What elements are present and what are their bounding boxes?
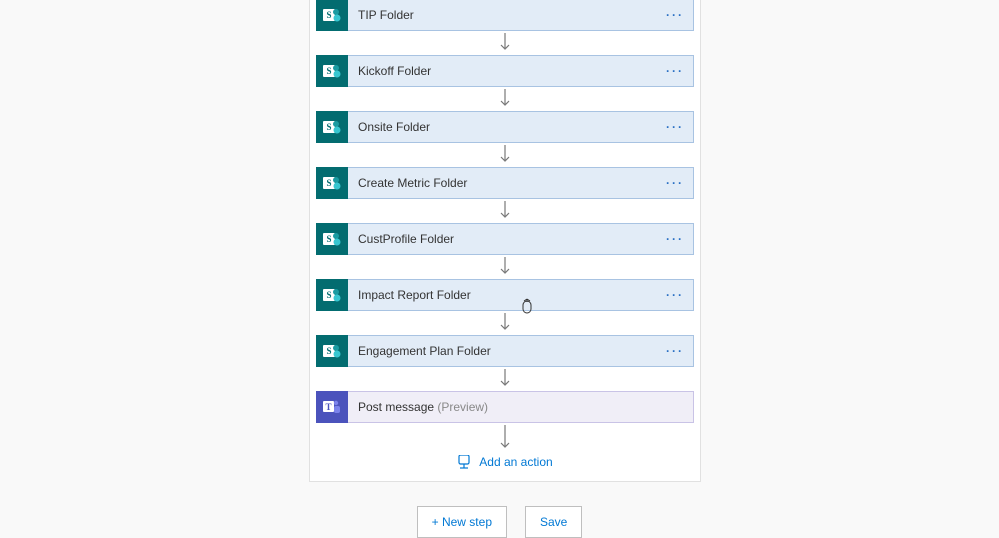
flow-step[interactable]: S CustProfile Folder ··· [316, 223, 694, 255]
new-step-button[interactable]: + New step [417, 506, 507, 538]
flow-arrow [316, 257, 694, 277]
sharepoint-icon: S [316, 111, 348, 143]
sharepoint-icon: S [316, 335, 348, 367]
flow-step-label: CustProfile Folder [348, 232, 657, 246]
flow-step[interactable]: S Impact Report Folder ··· [316, 279, 694, 311]
flow-step-label: TIP Folder [348, 8, 657, 22]
step-menu-button[interactable]: ··· [657, 55, 693, 87]
svg-text:T: T [325, 402, 331, 412]
svg-text:S: S [326, 234, 331, 244]
add-action-label: Add an action [479, 455, 552, 469]
flow-step-label: Kickoff Folder [348, 64, 657, 78]
flow-step[interactable]: S Onsite Folder ··· [316, 111, 694, 143]
flow-step[interactable]: S Kickoff Folder ··· [316, 55, 694, 87]
sharepoint-icon: S [316, 279, 348, 311]
flow-step[interactable]: T Post message (Preview) [316, 391, 694, 423]
flow-arrow [316, 369, 694, 389]
flow-step[interactable]: S Create Metric Folder ··· [316, 167, 694, 199]
add-action-button[interactable]: Add an action [316, 455, 694, 469]
flow-step-label: Post message (Preview) [348, 400, 693, 414]
flow-arrow [316, 201, 694, 221]
svg-text:S: S [326, 290, 331, 300]
teams-icon: T [316, 391, 348, 423]
flow-step-label: Impact Report Folder [348, 288, 657, 302]
sharepoint-icon: S [316, 55, 348, 87]
svg-text:S: S [326, 178, 331, 188]
step-menu-button[interactable]: ··· [657, 279, 693, 311]
svg-text:S: S [326, 346, 331, 356]
add-action-icon [457, 455, 471, 469]
flow-arrow [316, 89, 694, 109]
flow-arrow [316, 313, 694, 333]
flow-step[interactable]: S TIP Folder ··· [316, 0, 694, 31]
step-menu-button[interactable]: ··· [657, 167, 693, 199]
save-button[interactable]: Save [525, 506, 582, 538]
flow-step-label: Create Metric Folder [348, 176, 657, 190]
flow-arrow [316, 145, 694, 165]
footer-buttons: + New step Save [0, 506, 999, 538]
step-menu-button[interactable]: ··· [657, 0, 693, 31]
flow-step-label: Engagement Plan Folder [348, 344, 657, 358]
flow-step-label: Onsite Folder [348, 120, 657, 134]
step-menu-button[interactable]: ··· [657, 335, 693, 367]
svg-text:S: S [326, 66, 331, 76]
svg-text:S: S [326, 10, 331, 20]
svg-text:S: S [326, 122, 331, 132]
step-menu-button[interactable]: ··· [657, 223, 693, 255]
sharepoint-icon: S [316, 0, 348, 31]
flow-canvas: S TIP Folder ··· S Kickoff Folder ··· S … [309, 0, 701, 482]
step-menu-button[interactable]: ··· [657, 111, 693, 143]
flow-arrow [316, 425, 694, 451]
sharepoint-icon: S [316, 167, 348, 199]
flow-arrow [316, 33, 694, 53]
sharepoint-icon: S [316, 223, 348, 255]
flow-step[interactable]: S Engagement Plan Folder ··· [316, 335, 694, 367]
